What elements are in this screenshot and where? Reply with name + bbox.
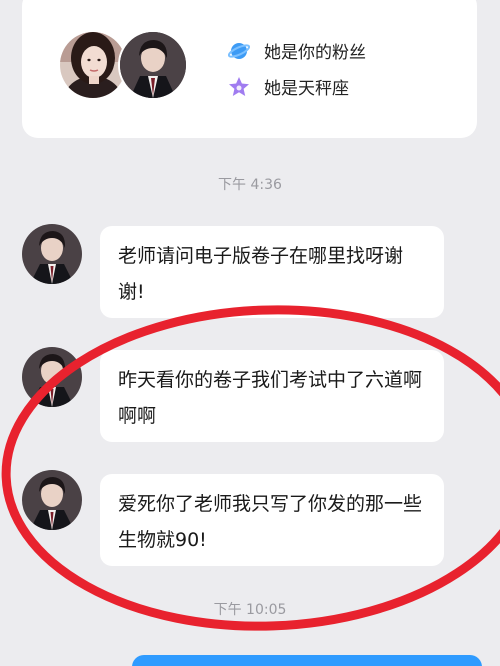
fan-tag: 她是你的粉丝	[227, 38, 366, 63]
avatar-pair	[58, 30, 198, 102]
message-bubble[interactable]: 爱死你了老师我只写了你发的那一些生物就90!	[100, 474, 444, 566]
sender-avatar[interactable]	[22, 470, 82, 530]
zodiac-tag: 她是天秤座	[228, 74, 349, 99]
sender-avatar[interactable]	[22, 224, 82, 284]
planet-icon	[227, 40, 251, 62]
zodiac-tag-label: 她是天秤座	[264, 79, 349, 99]
fan-tag-label: 她是你的粉丝	[264, 43, 366, 63]
timestamp: 下午 4:36	[218, 177, 282, 193]
chat-screen: 她是你的粉丝 她是天秤座 下午 4:36 老师请问电子版卷子在哪里找呀谢谢! 昨…	[0, 0, 500, 666]
message-bubble[interactable]: 老师请问电子版卷子在哪里找呀谢谢!	[100, 226, 444, 318]
star-icon	[228, 76, 250, 98]
sender-avatar[interactable]	[22, 347, 82, 407]
avatar-him[interactable]	[118, 30, 188, 100]
message-bubble[interactable]: 昨天看你的卷子我们考试中了六道啊啊啊	[100, 350, 444, 442]
timestamp: 下午 10:05	[213, 602, 287, 618]
sent-message-bubble[interactable]	[132, 655, 482, 666]
match-profile-card[interactable]: 她是你的粉丝 她是天秤座	[22, 0, 477, 138]
